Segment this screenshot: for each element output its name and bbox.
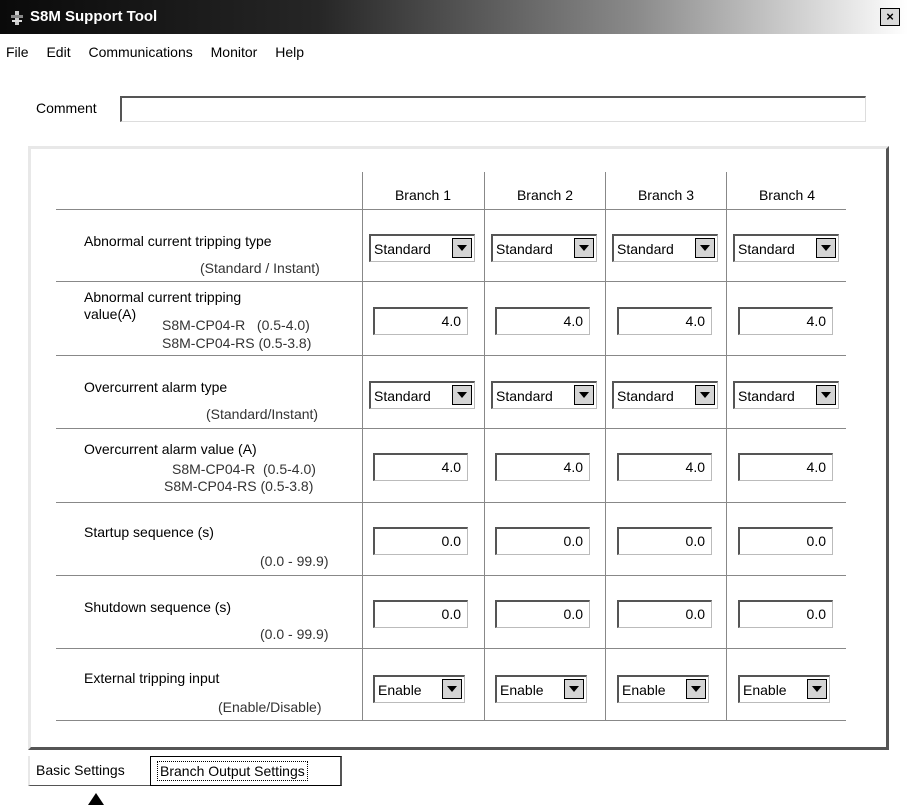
oc-value-range-rs: S8M-CP04-RS (0.5-3.8) [164,478,314,494]
column-divider [605,172,606,720]
row-divider [56,502,846,503]
abn-type-select-3[interactable]: Standard [612,234,718,262]
abn-type-select-4[interactable]: Standard [733,234,839,262]
shutdown-range: (0.0 - 99.9) [260,626,329,642]
ext-trip-label: External tripping input [84,670,220,686]
abn-value-input-4[interactable]: 4.0 [738,307,833,335]
tab-basic-settings[interactable]: Basic Settings [28,756,150,786]
abn-type-range: (Standard / Instant) [200,260,320,276]
comment-label: Comment [36,100,97,116]
app-window: S8M Support Tool × File Edit Communicati… [0,0,908,805]
oc-value-input-2[interactable]: 4.0 [495,453,590,481]
chevron-down-icon[interactable] [564,679,584,699]
oc-type-select-4[interactable]: Standard [733,381,839,409]
startup-input-2[interactable]: 0.0 [495,527,590,555]
row-divider [56,281,846,282]
comment-input[interactable] [120,96,866,122]
ext-trip-select-4[interactable]: Enable [738,675,830,703]
abn-value-range-r: S8M-CP04-R (0.5-4.0) [162,317,310,333]
ext-trip-select-2[interactable]: Enable [495,675,587,703]
row-divider [56,355,846,356]
oc-type-select-2[interactable]: Standard [491,381,597,409]
menu-communications[interactable]: Communications [88,44,192,60]
title-bar[interactable]: S8M Support Tool × [0,0,908,34]
branch-1-header: Branch 1 [394,187,452,203]
row-divider [56,575,846,576]
menu-edit[interactable]: Edit [46,44,70,60]
chevron-down-icon[interactable] [574,385,594,405]
abn-type-label: Abnormal current tripping type [84,233,272,249]
ext-trip-range: (Enable/Disable) [218,699,322,715]
abn-value-input-2[interactable]: 4.0 [495,307,590,335]
abn-value-label-unit: value(A) [84,306,137,322]
oc-value-range-r: S8M-CP04-R (0.5-4.0) [172,461,316,477]
shutdown-input-2[interactable]: 0.0 [495,600,590,628]
startup-input-1[interactable]: 0.0 [373,527,468,555]
row-divider [56,209,846,210]
tab-branch-output-settings[interactable]: Branch Output Settings [150,756,342,786]
abn-value-label: Abnormal current tripping [84,289,242,305]
branch-3-header: Branch 3 [637,187,695,203]
chevron-down-icon[interactable] [686,679,706,699]
column-divider [484,172,485,720]
chevron-down-icon[interactable] [442,679,462,699]
oc-value-input-1[interactable]: 4.0 [373,453,468,481]
shutdown-input-3[interactable]: 0.0 [617,600,712,628]
row-divider [56,648,846,649]
branch-4-header: Branch 4 [758,187,816,203]
menu-monitor[interactable]: Monitor [211,44,258,60]
startup-label: Startup sequence (s) [84,524,214,540]
oc-value-input-4[interactable]: 4.0 [738,453,833,481]
startup-input-3[interactable]: 0.0 [617,527,712,555]
row-divider [56,720,846,721]
oc-type-select-1[interactable]: Standard [369,381,475,409]
chevron-down-icon[interactable] [816,238,836,258]
menu-bar: File Edit Communications Monitor Help [6,44,318,64]
chevron-down-icon[interactable] [452,385,472,405]
ext-trip-select-1[interactable]: Enable [373,675,465,703]
window-title: S8M Support Tool [30,8,158,25]
oc-type-label: Overcurrent alarm type [84,379,228,395]
abn-value-input-1[interactable]: 4.0 [373,307,468,335]
chevron-down-icon[interactable] [695,385,715,405]
abn-type-select-2[interactable]: Standard [491,234,597,262]
shutdown-label: Shutdown sequence (s) [84,599,232,615]
chevron-down-icon[interactable] [695,238,715,258]
tab-branch-output-label: Branch Output Settings [157,761,308,781]
startup-range: (0.0 - 99.9) [260,553,329,569]
abn-value-range-rs: S8M-CP04-RS (0.5-3.8) [162,335,312,351]
chevron-down-icon[interactable] [816,385,836,405]
oc-value-label: Overcurrent alarm value (A) [84,441,257,457]
branch-2-header: Branch 2 [516,187,574,203]
close-icon[interactable]: × [880,8,900,26]
row-divider [56,428,846,429]
chevron-down-icon[interactable] [807,679,827,699]
oc-type-select-3[interactable]: Standard [612,381,718,409]
shutdown-input-4[interactable]: 0.0 [738,600,833,628]
chevron-down-icon[interactable] [452,238,472,258]
menu-help[interactable]: Help [275,44,304,60]
app-icon [11,11,23,25]
menu-file[interactable]: File [6,44,29,60]
abn-type-select-1[interactable]: Standard [369,234,475,262]
column-divider [362,172,363,720]
ext-trip-select-3[interactable]: Enable [617,675,709,703]
shutdown-input-1[interactable]: 0.0 [373,600,468,628]
column-divider [726,172,727,720]
startup-input-4[interactable]: 0.0 [738,527,833,555]
chevron-down-icon[interactable] [574,238,594,258]
pointer-arrow-icon [88,793,104,805]
oc-type-range: (Standard/Instant) [206,406,319,422]
oc-value-input-3[interactable]: 4.0 [617,453,712,481]
abn-value-input-3[interactable]: 4.0 [617,307,712,335]
